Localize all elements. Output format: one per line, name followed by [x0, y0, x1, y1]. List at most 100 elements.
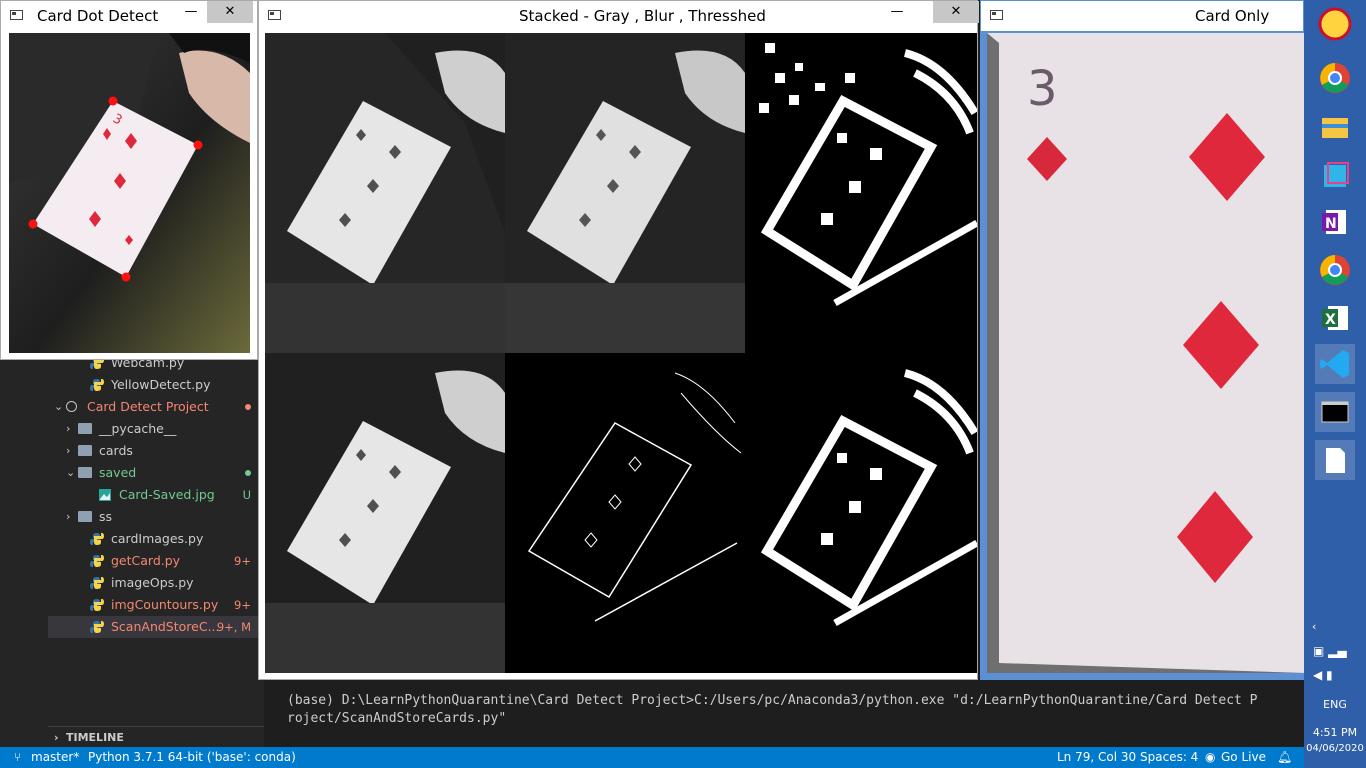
python-interpreter[interactable]: Python 3.7.1 64-bit ('base': conda) [88, 747, 296, 768]
threshold-image-2 [745, 353, 977, 673]
cmd-icon [1321, 401, 1349, 423]
git-status-badge: 9+ [234, 598, 251, 612]
corner-dot [121, 272, 131, 282]
blank-file-icon [1326, 448, 1345, 473]
folder-icon [78, 423, 92, 434]
titlebar[interactable]: Stacked - Gray , Blur , Thresshed — ✕ [259, 1, 979, 31]
close-button[interactable]: ✕ [207, 1, 253, 23]
tree-item-label: ss [99, 509, 113, 524]
timeline-label: TIMELINE [66, 731, 124, 744]
tree-item-label: cardImages.py [111, 531, 204, 546]
tree-item[interactable]: ⌄ Card Detect Project [48, 396, 264, 418]
gray-image [265, 33, 505, 353]
tree-item[interactable]: getCard.py 9+ [48, 550, 264, 572]
go-live-button[interactable]: Go Live [1221, 747, 1266, 768]
threshold-image [745, 33, 977, 353]
minimize-button[interactable]: — [883, 1, 911, 23]
folder-icon [78, 511, 92, 522]
close-button[interactable]: ✕ [933, 1, 979, 23]
window-icon [268, 10, 281, 20]
modified-dot [245, 470, 251, 476]
modified-dot [245, 404, 251, 410]
tree-item[interactable]: YellowDetect.py [48, 374, 264, 396]
git-status-badge: U [242, 488, 251, 502]
clock-date[interactable]: 04/06/2020 [1304, 743, 1366, 754]
tree-item[interactable]: › ss [48, 506, 264, 528]
tree-item[interactable]: cardImages.py [48, 528, 264, 550]
tree-item-label: imageOps.py [111, 575, 194, 590]
vscode-icon [1320, 350, 1349, 378]
corner-dot [28, 219, 38, 229]
tree-item[interactable]: Card-Saved.jpg U [48, 484, 264, 506]
timeline-section[interactable]: › TIMELINE [48, 726, 264, 748]
python-file-icon [90, 621, 104, 633]
image-file-icon [99, 489, 111, 501]
tree-item-label: __pycache__ [99, 421, 177, 436]
titlebar[interactable]: Card Only [981, 1, 1303, 31]
cursor-position[interactable]: Ln 79, Col 30 [1057, 747, 1136, 768]
python-file-icon [90, 533, 104, 545]
chrome-icon-2[interactable] [1315, 250, 1355, 290]
indentation[interactable]: Spaces: 4 [1140, 747, 1198, 768]
card-dot-detect-window[interactable]: Card Dot Detect — ✕ 3 [0, 0, 258, 360]
chevron-right-icon: › [66, 444, 71, 457]
titlebar[interactable]: Card Dot Detect — ✕ [1, 1, 257, 31]
tree-item[interactable]: imgCountours.py 9+ [48, 594, 264, 616]
python-file-icon [90, 379, 104, 391]
chrome-icon[interactable] [1315, 58, 1355, 98]
corner-dot [193, 140, 203, 150]
input-language[interactable]: ENG [1304, 698, 1366, 711]
folder-icon [78, 445, 92, 456]
window-title: Stacked - Gray , Blur , Thresshed [519, 7, 766, 25]
terminal-line-2: roject/ScanAndStoreCards.py" [287, 711, 507, 726]
tree-item[interactable]: ⌄ saved [48, 462, 264, 484]
cmd-taskbar-item[interactable] [1315, 392, 1355, 432]
tree-item-label: cards [99, 443, 133, 458]
canny-image [505, 353, 745, 673]
onenote-icon[interactable]: N [1315, 202, 1355, 242]
git-branch-icon: ⑂ [14, 750, 22, 764]
app-icon[interactable] [1315, 156, 1355, 196]
show-hidden-icons[interactable]: ‹ [1312, 620, 1316, 633]
window-icon [990, 10, 1003, 20]
tree-item-label: Card-Saved.jpg [119, 487, 215, 502]
card-only-window[interactable]: Card Only 3 [980, 0, 1305, 680]
project-root-icon [66, 401, 77, 412]
chevron-down-icon: ⌄ [66, 466, 76, 479]
tree-item[interactable]: › cards [48, 440, 264, 462]
terminal-panel[interactable]: (base) D:\LearnPythonQuarantine\Card Det… [264, 680, 1304, 747]
clock-time[interactable]: 4:51 PM [1304, 726, 1366, 739]
volume-icon[interactable]: ◀ ▮ [1313, 668, 1333, 682]
stacked-window[interactable]: Stacked - Gray , Blur , Thresshed — ✕ [258, 0, 979, 680]
shell-icon[interactable] [1315, 4, 1355, 44]
tree-item-label: YellowDetect.py [111, 377, 211, 392]
gray-image-2 [265, 353, 505, 673]
terminal-line-1: (base) D:\LearnPythonQuarantine\Card Det… [287, 693, 1258, 708]
network-icon[interactable]: ▣ ▂▄ [1313, 644, 1347, 658]
window-title: Card Only [1195, 7, 1270, 25]
go-live-icon: ◉ [1205, 750, 1216, 764]
file-explorer-icon[interactable] [1315, 108, 1355, 148]
tree-item-label: saved [99, 465, 137, 480]
tree-item[interactable]: imageOps.py [48, 572, 264, 594]
tree-item[interactable]: ScanAndStoreC... 9+, M [48, 616, 264, 638]
blur-image [505, 33, 745, 353]
tree-item-label: imgCountours.py [111, 597, 219, 612]
image-viewer-taskbar-item[interactable] [1315, 440, 1355, 480]
chevron-right-icon: › [66, 510, 71, 523]
git-status-badge: 9+ [234, 554, 251, 568]
bell-icon[interactable]: 🔔︎ [1277, 747, 1292, 768]
svg-text:N: N [1325, 216, 1337, 232]
tree-item-label: Card Detect Project [87, 399, 209, 414]
maximize-button[interactable] [179, 1, 207, 23]
python-file-icon [90, 577, 104, 589]
taskbar: N X ‹ ▣ ▂▄ ◀ ▮ ENG 4:51 PM 04/06/2020 [1304, 0, 1366, 768]
status-bar: ⑂ master* Python 3.7.1 64-bit ('base': c… [0, 747, 1304, 768]
git-branch[interactable]: master* [31, 747, 79, 768]
excel-icon[interactable]: X [1315, 298, 1355, 338]
tree-item-label: ScanAndStoreC... [111, 619, 220, 634]
tree-item[interactable]: › __pycache__ [48, 418, 264, 440]
corner-dot [108, 96, 118, 106]
vscode-taskbar-item[interactable] [1315, 344, 1355, 384]
window-title: Card Dot Detect [37, 7, 159, 25]
